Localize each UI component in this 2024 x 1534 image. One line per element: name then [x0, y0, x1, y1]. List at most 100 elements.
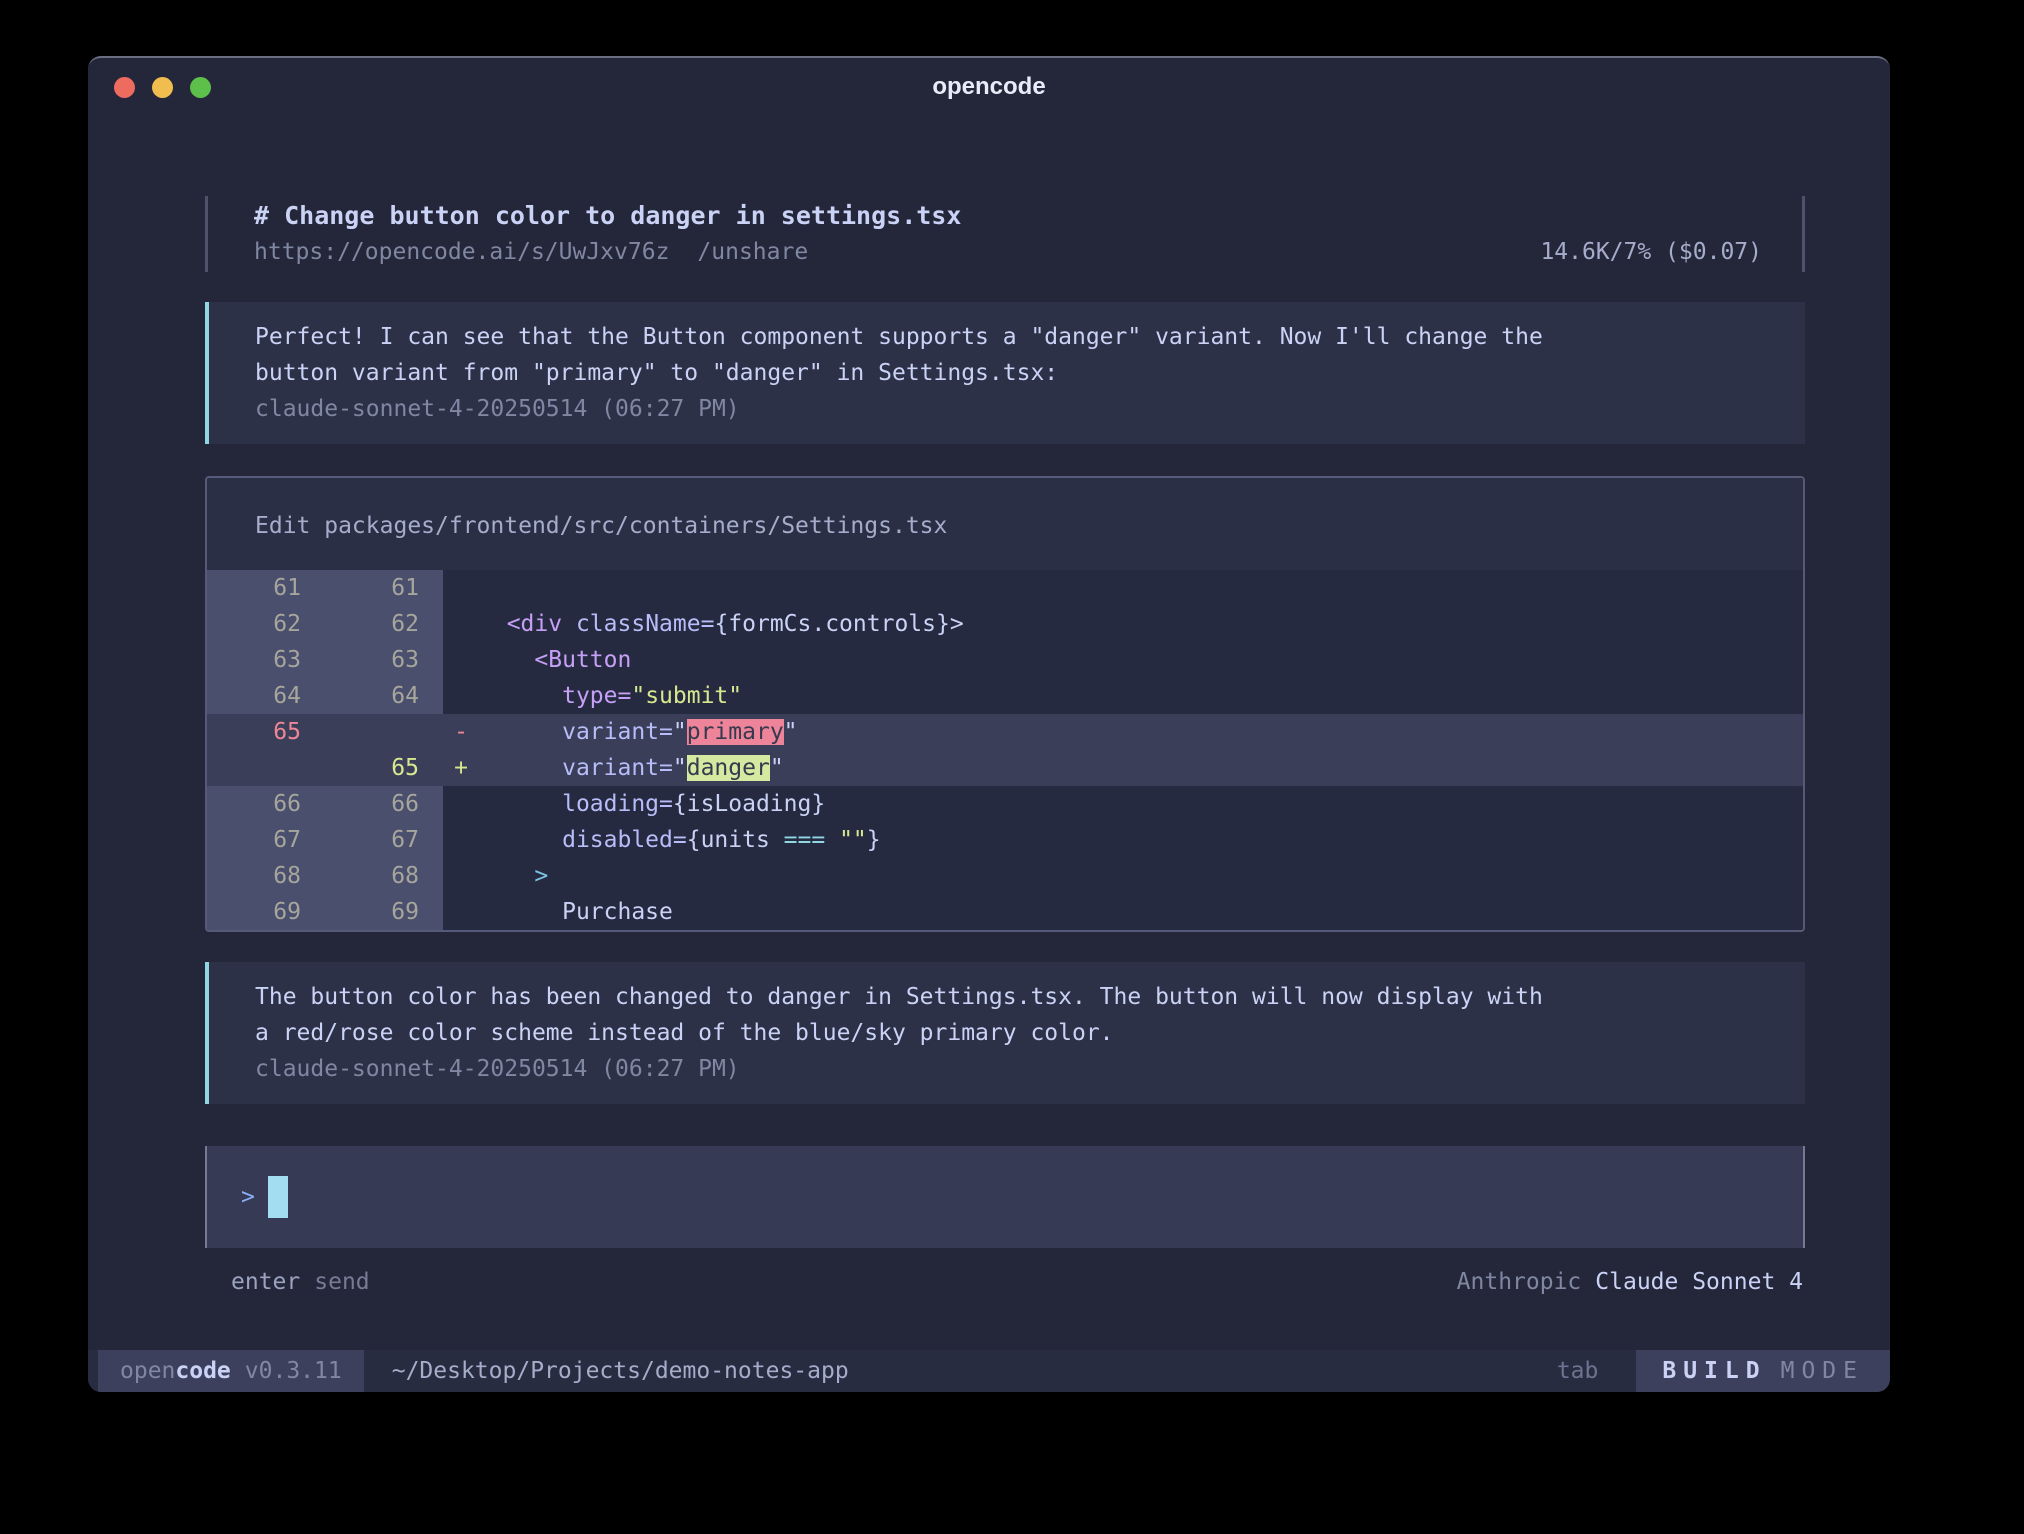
code-token [479, 755, 562, 781]
new-line-number: 67 [325, 822, 443, 858]
old-line-number: 64 [207, 678, 325, 714]
app-version: v0.3.11 [245, 1350, 342, 1392]
new-line-number: 64 [325, 678, 443, 714]
code-token [562, 611, 576, 637]
message-line: Perfect! I can see that the Button compo… [255, 319, 1765, 355]
new-line-number: 65 [325, 750, 443, 786]
app-version-segment: opencodev0.3.11 [98, 1350, 364, 1392]
code-token: {formCs.controls}> [714, 611, 963, 637]
code-token: {units [687, 827, 784, 853]
model-indicator: Anthropic Claude Sonnet 4 [1457, 1264, 1803, 1300]
diff-marker [443, 606, 479, 642]
code-token [479, 863, 534, 889]
code-line: disabled={units === ""} [479, 822, 1803, 858]
code-token: <div [507, 611, 562, 637]
diff-row: 6262 <div className={formCs.controls}> [207, 606, 1803, 642]
old-line-number: 69 [207, 894, 325, 930]
diff-marker [443, 858, 479, 894]
code-token [479, 899, 562, 925]
code-token: type= [562, 683, 631, 709]
app-name-bold: code [175, 1350, 230, 1392]
code-token: loading= [562, 791, 673, 817]
context-usage-stats: 14.6K/7% ($0.07) [1540, 234, 1762, 270]
code-token: > [534, 863, 548, 889]
code-token: } [867, 827, 881, 853]
code-line: variant="primary" [479, 714, 1803, 750]
diff-marker [443, 786, 479, 822]
message-line: a red/rose color scheme instead of the b… [255, 1015, 1765, 1051]
screen: opencode # Change button color to danger… [0, 0, 2024, 1534]
code-token: " [673, 719, 687, 745]
model-name: Claude Sonnet 4 [1595, 1269, 1803, 1295]
diff-row: 6464 type="submit" [207, 678, 1803, 714]
text-cursor [268, 1176, 288, 1218]
provider-name: Anthropic [1457, 1269, 1582, 1295]
minimize-button[interactable] [152, 77, 173, 98]
main-content: # Change button color to danger in setti… [88, 196, 1890, 1300]
send-action-label: send [314, 1269, 369, 1295]
window-titlebar: opencode [88, 58, 1890, 116]
code-token: === [784, 827, 826, 853]
prompt-symbol: > [241, 1176, 255, 1218]
working-directory: ~/Desktop/Projects/demo-notes-app [392, 1350, 849, 1392]
code-line: loading={isLoading} [479, 786, 1803, 822]
mode-name-bold: BUILD [1662, 1350, 1766, 1392]
mode-segment: BUILDMODE [1636, 1350, 1890, 1392]
code-token [479, 827, 562, 853]
opencode-window: opencode # Change button color to danger… [88, 56, 1890, 1392]
new-line-number: 69 [325, 894, 443, 930]
code-token: variant= [562, 719, 673, 745]
old-line-number: 66 [207, 786, 325, 822]
tab-key-hint[interactable]: tab [1557, 1350, 1599, 1392]
old-line-number: 67 [207, 822, 325, 858]
code-line: <div className={formCs.controls}> [479, 606, 1803, 642]
diff-rows: 61616262 <div className={formCs.controls… [207, 570, 1803, 930]
code-token [479, 683, 562, 709]
code-token: Purchase [562, 899, 673, 925]
new-line-number [325, 714, 443, 750]
window-title: opencode [88, 73, 1890, 101]
old-line-number: 65 [207, 714, 325, 750]
message-line: button variant from "primary" to "danger… [255, 355, 1765, 391]
diff-row: 6868 > [207, 858, 1803, 894]
old-line-number: 61 [207, 570, 325, 606]
code-token: "" [839, 827, 867, 853]
zoom-button[interactable] [190, 77, 211, 98]
code-line: <Button [479, 642, 1803, 678]
code-line: > [479, 858, 1803, 894]
code-token: danger [687, 755, 770, 781]
close-button[interactable] [114, 77, 135, 98]
prompt-input[interactable]: > [205, 1146, 1805, 1248]
old-line-number: 62 [207, 606, 325, 642]
send-hint: entersend [231, 1264, 370, 1300]
code-token [479, 611, 507, 637]
code-token: " [784, 719, 798, 745]
assistant-message: The button color has been changed to dan… [205, 962, 1805, 1104]
status-bar: opencodev0.3.11 ~/Desktop/Projects/demo-… [88, 1350, 1890, 1392]
diff-row: 65- variant="primary" [207, 714, 1803, 750]
new-line-number: 68 [325, 858, 443, 894]
code-token [479, 791, 562, 817]
session-header-text: # Change button color to danger in setti… [254, 198, 961, 270]
old-line-number [207, 750, 325, 786]
hint-row: entersend Anthropic Claude Sonnet 4 [205, 1264, 1805, 1300]
diff-row: 6969 Purchase [207, 894, 1803, 930]
code-token: " [770, 755, 784, 781]
diff-row: 6161 [207, 570, 1803, 606]
session-header: # Change button color to danger in setti… [205, 196, 1805, 272]
session-subline: https://opencode.ai/s/UwJxv76z/unshare [254, 234, 961, 270]
edit-tool-block: Edit packages/frontend/src/containers/Se… [205, 476, 1805, 932]
message-line: The button color has been changed to dan… [255, 979, 1765, 1015]
new-line-number: 62 [325, 606, 443, 642]
new-line-number: 63 [325, 642, 443, 678]
message-meta: claude-sonnet-4-20250514 (06:27 PM) [255, 1051, 1765, 1087]
assistant-message: Perfect! I can see that the Button compo… [205, 302, 1805, 444]
code-line: type="submit" [479, 678, 1803, 714]
edit-tool-title: Edit packages/frontend/src/containers/Se… [207, 478, 1803, 570]
new-line-number: 66 [325, 786, 443, 822]
diff-row: 65+ variant="danger" [207, 750, 1803, 786]
diff-row: 6363 <Button [207, 642, 1803, 678]
code-token: primary [687, 719, 784, 745]
code-token: "submit" [631, 683, 742, 709]
code-token [479, 719, 562, 745]
